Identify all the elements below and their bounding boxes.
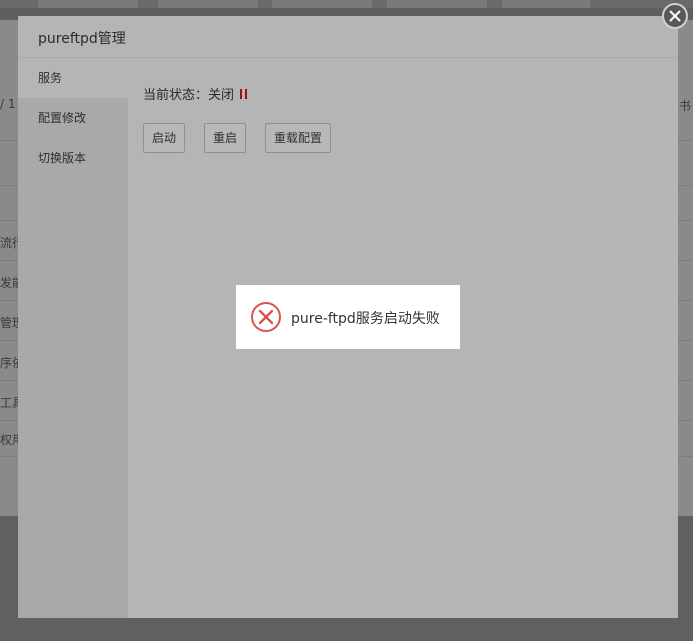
restart-button[interactable]: 重启 <box>204 123 247 153</box>
error-toast: pure-ftpd服务启动失败 <box>236 285 460 349</box>
background-tab <box>272 0 372 8</box>
background-text: / 1 <box>0 97 16 111</box>
close-icon[interactable] <box>662 3 688 29</box>
background-tab <box>158 0 258 8</box>
sidebar-item-version[interactable]: 切换版本 <box>18 138 128 178</box>
reload-config-button[interactable]: 重载配置 <box>265 123 332 153</box>
background-tab <box>387 0 487 8</box>
pause-icon <box>240 89 248 99</box>
dialog-header: pureftpd管理 <box>18 16 678 58</box>
error-circle-icon <box>250 301 282 337</box>
background-tab <box>38 0 138 8</box>
status-value: 关闭 <box>208 88 235 103</box>
sidebar-item-service[interactable]: 服务 <box>18 58 128 98</box>
start-button[interactable]: 启动 <box>143 123 186 153</box>
dialog-sidebar: 服务 配置修改 切换版本 <box>18 58 128 618</box>
toast-message: pure-ftpd服务启动失败 <box>291 311 440 327</box>
background-text: 书 <box>679 99 692 113</box>
service-status: 当前状态：关闭 <box>143 84 248 103</box>
status-label: 当前状态： <box>143 88 209 103</box>
sidebar-item-config[interactable]: 配置修改 <box>18 98 128 138</box>
dialog-title: pureftpd管理 <box>38 31 126 47</box>
background-tab <box>502 0 590 8</box>
